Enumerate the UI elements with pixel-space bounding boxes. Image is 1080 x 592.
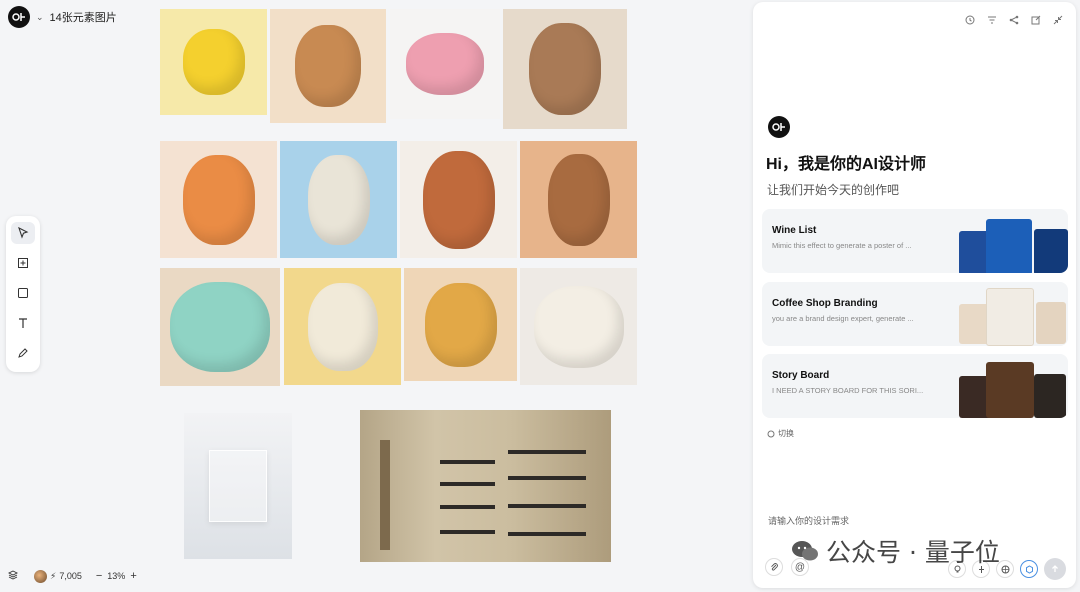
- card-thumbnail: [959, 304, 989, 344]
- card-title: Story Board: [772, 370, 830, 381]
- greeting-subtitle: 让我们开始今天的创作吧: [767, 183, 900, 197]
- share-icon[interactable]: [1008, 14, 1020, 26]
- horse-figure[interactable]: [400, 141, 517, 258]
- switch-button[interactable]: 切换: [767, 428, 794, 439]
- dog-figure[interactable]: [404, 268, 517, 381]
- monkey-figure[interactable]: [503, 9, 627, 129]
- greeting-heading: Hi，我是你的AI设计师: [766, 156, 927, 173]
- refresh-icon: [767, 430, 775, 437]
- card-description: Mimic this effect to generate a poster o…: [772, 241, 912, 250]
- card-title: Wine List: [772, 225, 817, 236]
- filter-icon[interactable]: [986, 14, 998, 26]
- edit-icon[interactable]: [1030, 14, 1042, 26]
- pig-figure[interactable]: [390, 9, 500, 119]
- assistant-logo-icon: [768, 116, 790, 138]
- ox-figure[interactable]: [520, 141, 637, 258]
- prompt-input[interactable]: 请输入你的设计需求: [768, 514, 849, 527]
- panel-toolbar: [964, 14, 1064, 26]
- credits-count: 7,005: [59, 571, 82, 581]
- dragon-figure[interactable]: [280, 141, 397, 258]
- zoom-level[interactable]: 13%: [107, 571, 125, 581]
- avatar[interactable]: [34, 569, 47, 583]
- attach-icon[interactable]: [765, 558, 783, 576]
- wechat-icon: [792, 541, 818, 561]
- history-icon[interactable]: [964, 14, 976, 26]
- select-tool-icon[interactable]: [11, 222, 35, 244]
- card-thumbnail: [1036, 302, 1066, 344]
- top-bar: ⌄ 14张元素图片: [8, 6, 117, 28]
- send-button[interactable]: [1044, 558, 1066, 580]
- rectangle-tool-icon[interactable]: [11, 282, 35, 304]
- zoom-out-button[interactable]: −: [96, 570, 102, 582]
- card-thumbnail: [986, 288, 1034, 346]
- card-description: I NEED A STORY BOARD FOR THIS SORI...: [772, 386, 924, 395]
- template-card-coffee-shop[interactable]: Coffee Shop Branding you are a brand des…: [762, 282, 1068, 346]
- frame-tool-icon[interactable]: [11, 252, 35, 274]
- arrow-up-icon: [1052, 565, 1058, 572]
- switch-label: 切换: [778, 429, 794, 438]
- watermark-text: 公众号 · 量子位: [826, 538, 1000, 567]
- snake-figure[interactable]: [160, 268, 280, 386]
- chevron-down-icon[interactable]: ⌄: [36, 12, 44, 23]
- project-title[interactable]: 14张元素图片: [50, 9, 117, 25]
- collapse-icon[interactable]: [1052, 14, 1064, 26]
- card-thumbnail: [986, 219, 1032, 273]
- card-description: you are a brand design expert, generate …: [772, 314, 914, 323]
- card-thumbnail: [986, 362, 1034, 418]
- zoom-in-button[interactable]: +: [130, 570, 136, 582]
- card-title: Coffee Shop Branding: [772, 298, 878, 309]
- watermark: 公众号 · 量子位: [790, 533, 1000, 569]
- puppy-figure[interactable]: [270, 9, 386, 123]
- text-tool-icon[interactable]: [11, 312, 35, 334]
- glass-box-image[interactable]: [184, 413, 292, 559]
- layers-icon[interactable]: [7, 570, 19, 582]
- template-card-wine-list[interactable]: Wine List Mimic this effect to generate …: [762, 209, 1068, 273]
- shelf-interior-image[interactable]: [360, 410, 611, 562]
- mouse-figure[interactable]: [284, 268, 401, 385]
- ai-assistant-panel: Hi，我是你的AI设计师 让我们开始今天的创作吧 Wine List Mimic…: [753, 2, 1076, 588]
- tool-palette: [6, 216, 40, 372]
- chick-figure[interactable]: [160, 9, 267, 115]
- pen-tool-icon[interactable]: [11, 342, 35, 364]
- lightning-icon: ⚡: [50, 570, 57, 581]
- status-bar: ⚡ 7,005 − 13% +: [7, 568, 137, 584]
- card-thumbnail: [1034, 374, 1066, 418]
- tiger-figure[interactable]: [160, 141, 277, 258]
- model-icon[interactable]: [1020, 560, 1038, 578]
- card-thumbnail: [1034, 229, 1068, 273]
- sheep-figure[interactable]: [520, 268, 637, 385]
- template-card-story-board[interactable]: Story Board I NEED A STORY BOARD FOR THI…: [762, 354, 1068, 418]
- app-logo-icon[interactable]: [8, 6, 30, 28]
